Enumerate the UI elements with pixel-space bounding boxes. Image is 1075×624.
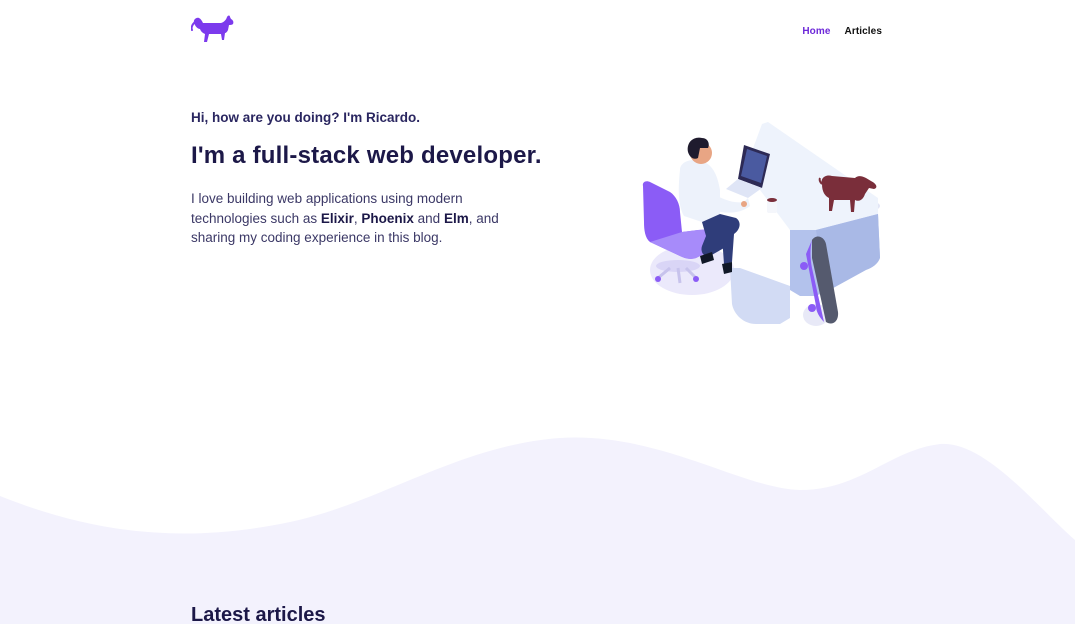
nav-link-articles[interactable]: Articles — [845, 26, 883, 37]
intro-tech-phoenix: Phoenix — [361, 210, 414, 226]
hero-intro: I love building web applications using m… — [191, 189, 511, 248]
developer-at-desk-illustration — [640, 118, 885, 330]
dachshund-logo-icon[interactable] — [190, 12, 235, 44]
nav-link-home[interactable]: Home — [802, 26, 830, 37]
intro-tech-elm: Elm — [443, 210, 469, 226]
site-header: Home Articles — [0, 0, 1075, 64]
wave-background — [0, 430, 1075, 624]
intro-tech-elixir: Elixir — [320, 210, 354, 226]
main-nav: Home Articles — [802, 26, 882, 37]
intro-sep-2: and — [413, 210, 444, 226]
hero-greeting: Hi, how are you doing? I'm Ricardo. — [191, 110, 420, 125]
latest-articles-heading: Latest articles — [191, 604, 326, 624]
hero-title: I'm a full-stack web developer. — [191, 142, 542, 169]
hero-section: Hi, how are you doing? I'm Ricardo. I'm … — [191, 110, 571, 248]
